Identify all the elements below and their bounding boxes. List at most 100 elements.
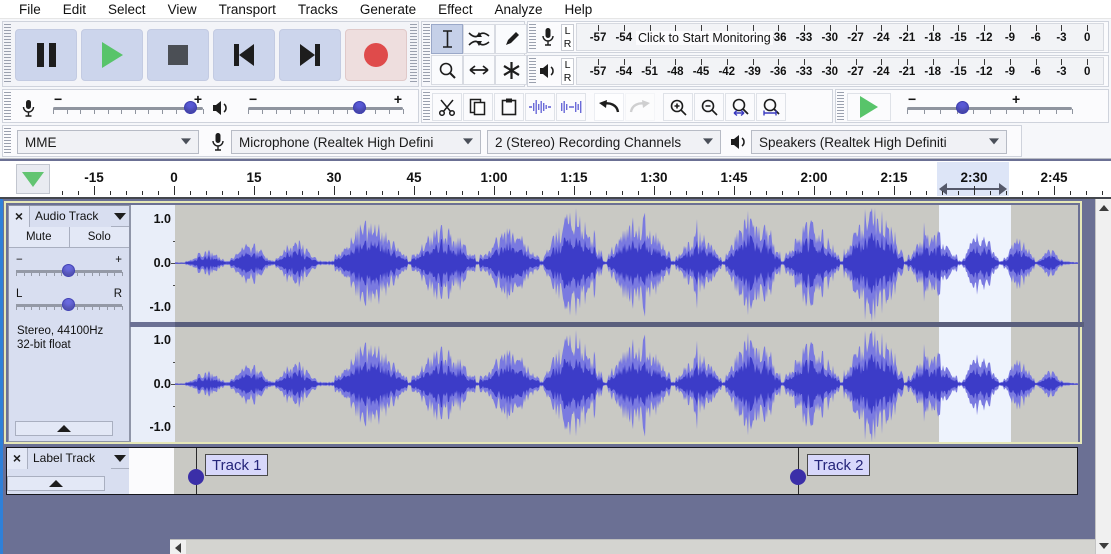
menu-item-edit[interactable]: Edit — [52, 0, 97, 19]
transport-toolbar-grip[interactable] — [4, 24, 11, 84]
device-toolbar-grip[interactable] — [4, 128, 11, 154]
zoom-tool-button[interactable] — [431, 55, 463, 85]
cut-button[interactable] — [432, 93, 462, 121]
collapse-track-button[interactable] — [7, 476, 105, 491]
recording-device-combo[interactable]: Microphone (Realtek High Defini — [231, 130, 481, 154]
copy-button[interactable] — [463, 93, 493, 121]
left-channel-waveform[interactable] — [175, 205, 1078, 322]
playback-meter-grip[interactable] — [529, 58, 536, 84]
label-track-control-panel[interactable]: × Label Track — [7, 447, 129, 494]
timeline-label: 2:45 — [1040, 170, 1068, 185]
recording-channels-combo[interactable]: 2 (Stereo) Recording Channels — [487, 130, 721, 154]
label-track-canvas[interactable]: Track 1 Track 2 — [174, 448, 1077, 494]
label-chip-track-2[interactable]: Track 2 — [807, 454, 871, 476]
scissors-icon — [438, 98, 456, 116]
tools-toolbar-grip[interactable] — [423, 24, 430, 84]
mute-button[interactable]: Mute — [9, 227, 70, 247]
playback-device-value: Speakers (Realtek High Definiti — [759, 134, 947, 150]
scroll-down-button[interactable] — [1096, 537, 1111, 554]
label-handle[interactable] — [188, 469, 204, 485]
edit-toolbar-grip[interactable] — [423, 92, 430, 120]
scroll-up-button[interactable] — [1096, 199, 1111, 216]
menu-item-select[interactable]: Select — [97, 0, 157, 19]
collapse-track-button[interactable] — [15, 421, 113, 436]
skip-to-start-button[interactable] — [213, 29, 275, 81]
asterisk-icon — [502, 61, 521, 80]
label-track-title[interactable]: Label Track — [28, 447, 111, 469]
undo-button[interactable] — [594, 93, 624, 121]
horizontal-scrollbar[interactable] — [170, 539, 1095, 554]
recording-volume-thumb[interactable] — [184, 101, 197, 114]
menu-item-view[interactable]: View — [157, 0, 208, 19]
close-track-button[interactable]: × — [9, 205, 30, 227]
multi-tool-button[interactable] — [495, 55, 527, 85]
fit-project-button[interactable] — [756, 93, 786, 121]
redo-arrow-icon — [629, 99, 651, 115]
draw-tool-button[interactable] — [495, 24, 527, 54]
mixer-toolbar-grip[interactable] — [4, 92, 11, 120]
envelope-tool-button[interactable] — [463, 24, 495, 54]
pause-button[interactable] — [15, 29, 77, 81]
play-button[interactable] — [81, 29, 143, 81]
chevron-down-icon — [181, 138, 191, 145]
track-menu-button[interactable] — [111, 454, 129, 462]
left-right-arrow-icon — [468, 63, 490, 77]
menu-item-transport[interactable]: Transport — [208, 0, 287, 19]
play-at-speed-grip[interactable] — [837, 92, 844, 120]
playback-volume-thumb[interactable] — [353, 101, 366, 114]
label-track[interactable]: × Label Track Track 1 Track 2 — [6, 447, 1078, 495]
pan-slider-thumb[interactable] — [62, 298, 75, 311]
gain-slider-thumb[interactable] — [62, 264, 75, 277]
scroll-left-button[interactable] — [170, 540, 186, 554]
skip-to-end-button[interactable] — [279, 29, 341, 81]
menu-item-file[interactable]: File — [8, 0, 52, 19]
zoom-in-button[interactable] — [663, 93, 693, 121]
fit-selection-button[interactable] — [725, 93, 755, 121]
microphone-icon — [17, 96, 39, 120]
menu-item-tracks[interactable]: Tracks — [287, 0, 349, 19]
timeline-scale[interactable]: -15 0 15 30 45 1:00 1:15 1:30 1:45 2:00 2:15 2:30 2:… — [0, 161, 1111, 197]
record-button[interactable] — [345, 29, 407, 81]
pan-slider[interactable]: L R — [16, 288, 123, 314]
zoom-out-button[interactable] — [694, 93, 724, 121]
playback-meter-scale[interactable]: -57 -54 -51 -48 -45 -42 -39 -36 -33 -30 -27 -24 -21-… — [576, 57, 1104, 85]
menu-item-effect[interactable]: Effect — [427, 0, 483, 19]
redo-button[interactable] — [625, 93, 655, 121]
play-at-speed-button[interactable] — [847, 93, 891, 121]
selection-tool-button[interactable] — [431, 24, 463, 54]
right-channel-waveform[interactable] — [175, 327, 1078, 442]
menu-item-analyze[interactable]: Analyze — [483, 0, 553, 19]
playback-meter-toolbar[interactable]: L R -57 -54 -51 -48 -45 -42 -39 -36 -33 -30 -27 -24… — [527, 55, 1109, 87]
meter-tick-label: -42 — [718, 66, 736, 78]
meter-tick-label: -3 — [1056, 66, 1067, 78]
label-handle[interactable] — [790, 469, 806, 485]
audio-track-control-panel[interactable]: × Audio Track Mute Solo − + L R Stereo, … — [8, 205, 130, 442]
audio-track[interactable]: × Audio Track Mute Solo − + L R Stereo, … — [4, 201, 1084, 444]
playback-device-combo[interactable]: Speakers (Realtek High Definiti — [751, 130, 1007, 154]
trim-audio-button[interactable] — [525, 93, 555, 121]
label-chip-track-1[interactable]: Track 1 — [205, 454, 269, 476]
timeline-ruler[interactable]: -15 0 15 30 45 1:00 1:15 1:30 1:45 2:00 2:15 2:30 2:… — [0, 161, 1111, 199]
vertical-scrollbar[interactable] — [1095, 199, 1111, 554]
play-speed-slider[interactable]: − + — [902, 90, 1092, 124]
playback-volume-slider[interactable]: − + — [243, 90, 408, 124]
transport-toolbar-grip-right[interactable] — [410, 24, 417, 84]
audio-host-combo[interactable]: MME — [17, 130, 199, 154]
silence-audio-button[interactable] — [556, 93, 586, 121]
recording-volume-minus: − — [54, 91, 63, 107]
close-track-button[interactable]: × — [7, 447, 28, 469]
stop-button[interactable] — [147, 29, 209, 81]
paste-button[interactable] — [494, 93, 524, 121]
solo-button[interactable]: Solo — [69, 227, 129, 247]
recording-meter-toolbar[interactable]: L R -57-54-51-48-45-42-39-36-33-30-27-24… — [527, 21, 1109, 53]
recording-meter-grip[interactable] — [529, 24, 536, 50]
time-shift-tool-button[interactable] — [463, 55, 495, 85]
track-menu-button[interactable] — [111, 212, 129, 220]
play-speed-thumb[interactable] — [956, 101, 969, 114]
audio-track-title[interactable]: Audio Track — [30, 205, 111, 227]
speaker-icon — [210, 96, 232, 120]
recording-volume-slider[interactable]: − + — [48, 90, 208, 124]
menu-item-generate[interactable]: Generate — [349, 0, 427, 19]
menu-item-help[interactable]: Help — [553, 0, 603, 19]
gain-slider[interactable]: − + — [16, 254, 123, 280]
